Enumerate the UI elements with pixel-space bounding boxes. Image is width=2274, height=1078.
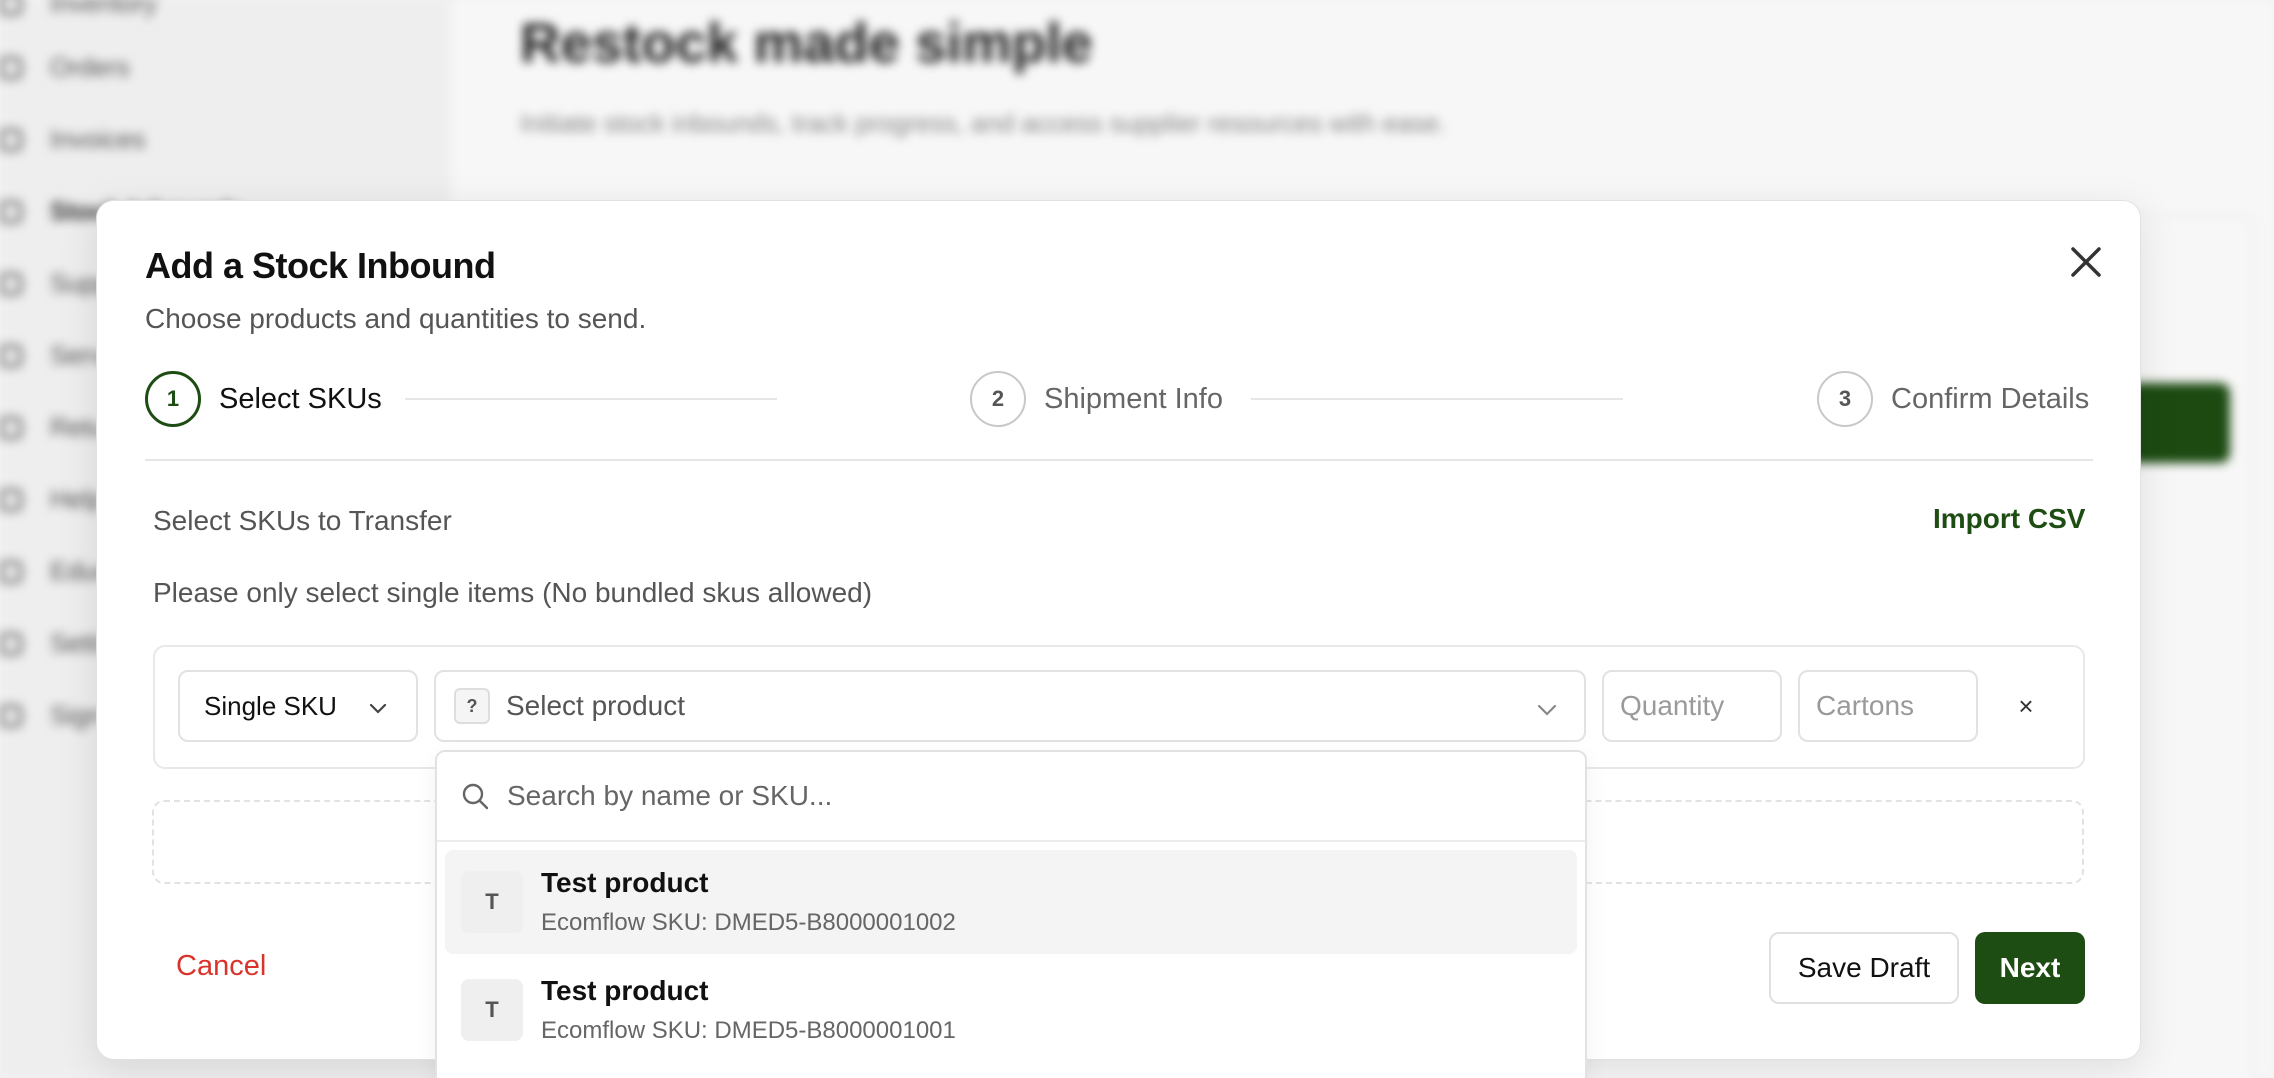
step-connector [1251, 398, 1623, 400]
save-draft-button[interactable]: Save Draft [1769, 932, 1959, 1004]
cartons-input[interactable] [1798, 670, 1978, 742]
step-number: 2 [970, 371, 1026, 427]
close-button[interactable] [2061, 237, 2111, 287]
product-name: Test product [541, 867, 709, 898]
search-icon [462, 783, 489, 810]
section-label: Select SKUs to Transfer [153, 505, 452, 536]
step-confirm-details: 3 Confirm Details [1817, 371, 2089, 427]
step-label: Confirm Details [1891, 382, 2090, 415]
modal-title: Add a Stock Inbound [145, 245, 496, 286]
step-number: 1 [145, 371, 201, 427]
product-avatar: T [461, 871, 523, 933]
search-input[interactable] [507, 780, 1407, 812]
product-avatar: T [461, 979, 523, 1041]
product-option[interactable]: T Test product Ecomflow SKU: DMED5-B8000… [445, 850, 1577, 954]
next-button[interactable]: Next [1975, 932, 2085, 1004]
step-label: Select SKUs [219, 382, 382, 415]
chevron-down-icon [1537, 704, 1557, 716]
quantity-input[interactable] [1602, 670, 1782, 742]
bundle-note: Please only select single items (No bund… [153, 577, 873, 608]
step-label: Shipment Info [1044, 382, 1223, 415]
step-shipment-info: 2 Shipment Info [970, 371, 1223, 427]
cancel-button[interactable]: Cancel [176, 950, 266, 983]
stepper: 1 Select SKUs 2 Shipment Info 3 Confirm … [145, 371, 2093, 431]
product-dropdown: T Test product Ecomflow SKU: DMED5-B8000… [435, 750, 1587, 1078]
step-number: 3 [1817, 371, 1873, 427]
step-select-skus: 1 Select SKUs [145, 371, 382, 427]
product-option[interactable]: T Test product Ecomflow SKU: DMED5-B8000… [445, 958, 1577, 1062]
divider [145, 459, 2093, 461]
sku-type-value: Single SKU [204, 690, 337, 721]
import-csv-link[interactable]: Import CSV [1933, 503, 2085, 535]
product-placeholder: Select product [506, 690, 685, 721]
unknown-product-icon: ? [454, 688, 490, 724]
modal-subtitle: Choose products and quantities to send. [145, 303, 647, 334]
product-sku: Ecomflow SKU: DMED5-B8000001002 [541, 909, 956, 936]
chevron-down-icon [369, 703, 387, 714]
product-name: Test product [541, 975, 709, 1006]
remove-row-button[interactable]: × [2004, 684, 2048, 728]
sku-type-select[interactable]: Single SKU [178, 670, 418, 742]
close-icon [2071, 247, 2101, 277]
search-row [437, 752, 1585, 842]
product-select[interactable]: ? Select product [434, 670, 1586, 742]
step-connector [405, 398, 777, 400]
product-sku: Ecomflow SKU: DMED5-B8000001001 [541, 1017, 956, 1044]
